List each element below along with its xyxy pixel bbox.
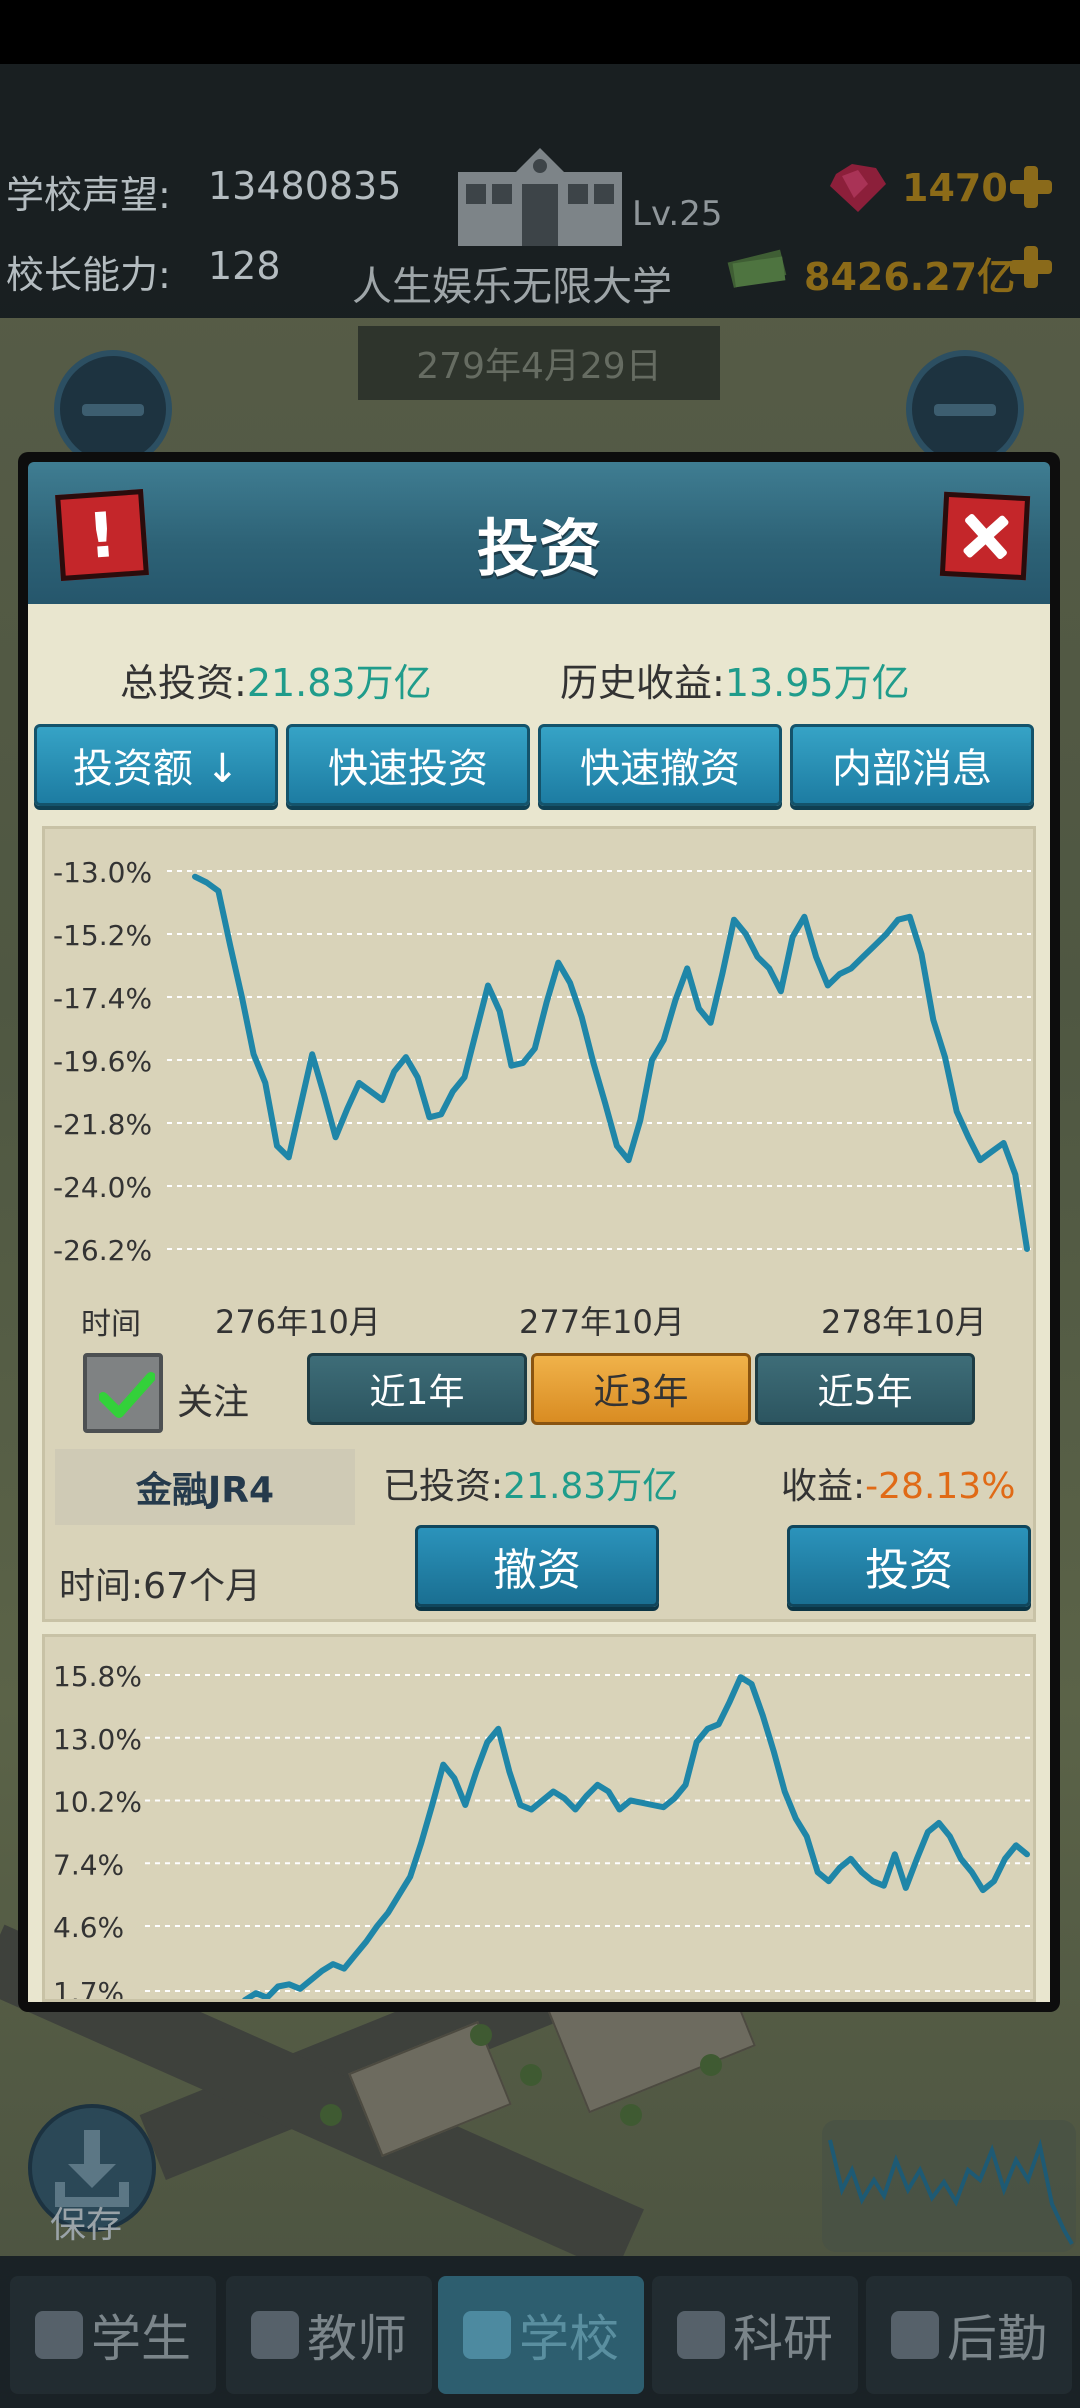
y-tick-label: -24.0% xyxy=(53,1171,152,1204)
y-tick-label: -21.8% xyxy=(53,1108,152,1141)
reputation-value: 13480835 xyxy=(208,164,402,208)
history-return-value: 13.95万亿 xyxy=(724,661,910,705)
y-tick-label: 13.0% xyxy=(53,1723,142,1756)
fund-return: 收益:-28.13% xyxy=(781,1457,1015,1509)
y-tick-label: -26.2% xyxy=(53,1234,152,1267)
y-tick-label: 1.7% xyxy=(53,1976,124,2002)
principal-ability-value: 128 xyxy=(208,244,281,288)
gem-icon xyxy=(828,162,888,218)
zoom-out-left-button[interactable] xyxy=(54,350,172,468)
insider-news-button[interactable]: 内部消息 xyxy=(790,724,1034,806)
bottom-navigation: 学生 教师 学校 科研 后勤 xyxy=(0,2256,1080,2408)
close-icon[interactable] xyxy=(939,491,1031,581)
quick-withdraw-button[interactable]: 快速撤资 xyxy=(538,724,782,806)
y-tick-label: 7.4% xyxy=(53,1848,124,1881)
history-return: 历史收益:13.95万亿 xyxy=(560,652,910,707)
hold-duration: 时间:67个月 xyxy=(59,1557,261,1609)
total-investment: 总投资:21.83万亿 xyxy=(120,652,432,707)
nav-label: 科研 xyxy=(733,2310,833,2368)
y-tick-label: 15.8% xyxy=(53,1660,142,1693)
nav-logistics[interactable]: 后勤 xyxy=(866,2276,1072,2394)
clipboard-icon xyxy=(891,2311,939,2359)
checkmark-icon xyxy=(99,1372,155,1418)
quick-invest-button[interactable]: 快速投资 xyxy=(286,724,530,806)
invested-label: 已投资: xyxy=(383,1466,504,1507)
nav-research[interactable]: 科研 xyxy=(652,2276,858,2394)
invested-value: 21.83万亿 xyxy=(503,1466,679,1507)
nav-school[interactable]: 学校 xyxy=(438,2276,644,2394)
y-tick-label: -13.0% xyxy=(53,856,152,889)
teacher-icon xyxy=(251,2311,299,2359)
fund-performance-chart: -13.0% -15.2% -17.4% -19.6% -21.8% -24.0% -26.… xyxy=(53,856,1031,1267)
total-investment-value: 21.83万亿 xyxy=(246,661,432,705)
investment-dialog: ! 投资 总投资:21.83万亿 历史收益:13.95万亿 投资额 ↓ 快速投资… xyxy=(18,452,1060,2012)
nav-teachers[interactable]: 教师 xyxy=(226,2276,432,2394)
x-tick-label: 276年10月 xyxy=(215,1303,381,1341)
range-1-year-button[interactable]: 近1年 xyxy=(307,1353,527,1425)
add-gems-icon[interactable] xyxy=(1008,164,1054,210)
sort-by-investment-button[interactable]: 投资额 ↓ xyxy=(34,724,278,806)
fund-card-2: 15.8% 13.0% 10.2% 7.4% 4.6% 1.7% xyxy=(42,1634,1036,2002)
return-label: 收益: xyxy=(781,1466,866,1507)
fund-card: -13.0% -15.2% -17.4% -19.6% -21.8% -24.0% -26.… xyxy=(42,826,1036,1622)
school-icon xyxy=(463,2311,511,2359)
range-3-year-button[interactable]: 近3年 xyxy=(531,1353,751,1425)
y-tick-label: -19.6% xyxy=(53,1045,152,1078)
mini-trend-chart[interactable] xyxy=(822,2120,1076,2252)
cash-icon xyxy=(726,242,790,294)
student-icon xyxy=(35,2311,83,2359)
dialog-body: 总投资:21.83万亿 历史收益:13.95万亿 投资额 ↓ 快速投资 快速撤资… xyxy=(28,604,1050,2002)
dialog-header: ! 投资 xyxy=(28,462,1050,614)
duration-value: 67个月 xyxy=(143,1566,261,1607)
flask-icon xyxy=(677,2311,725,2359)
nav-label: 学生 xyxy=(91,2310,191,2368)
school-level: Lv.25 xyxy=(632,194,723,234)
status-bar xyxy=(0,0,1080,64)
nav-label: 教师 xyxy=(307,2310,407,2368)
y-tick-label: 4.6% xyxy=(53,1911,124,1944)
game-date: 279年4月29日 xyxy=(358,326,720,400)
invest-button[interactable]: 投资 xyxy=(787,1525,1031,1607)
x-tick-label: 278年10月 xyxy=(821,1303,987,1341)
gem-count: 1470 xyxy=(902,166,1008,210)
money-amount: 8426.27亿 xyxy=(804,255,1016,299)
nav-label: 后勤 xyxy=(947,2310,1047,2368)
history-return-label: 历史收益: xyxy=(560,661,725,705)
reputation-label: 学校声望: xyxy=(6,173,171,217)
school-name: 人生娱乐无限大学 xyxy=(352,264,672,310)
total-investment-label: 总投资: xyxy=(120,661,247,705)
school-building-icon[interactable] xyxy=(452,144,628,250)
dialog-title: 投资 xyxy=(476,512,601,585)
zoom-out-right-button[interactable] xyxy=(906,350,1024,468)
top-hud: 学校声望: 13480835 校长能力: 128 Lv.25 人生娱乐无限大学 … xyxy=(0,64,1080,318)
withdraw-button[interactable]: 撤资 xyxy=(415,1525,659,1607)
series-line xyxy=(192,873,1030,1252)
series-line xyxy=(242,1674,1030,1999)
range-5-year-button[interactable]: 近5年 xyxy=(755,1353,975,1425)
return-value: -28.13% xyxy=(865,1466,1016,1507)
fund-performance-chart-2: 15.8% 13.0% 10.2% 7.4% 4.6% 1.7% xyxy=(53,1660,1031,2002)
invested-amount: 已投资:21.83万亿 xyxy=(383,1457,678,1509)
principal-ability-label: 校长能力: xyxy=(6,253,171,297)
fund-name: 金融JR4 xyxy=(55,1449,355,1525)
add-money-icon[interactable] xyxy=(1008,244,1054,290)
nav-label: 学校 xyxy=(519,2310,619,2368)
y-tick-label: -15.2% xyxy=(53,919,152,952)
follow-label: 关注 xyxy=(177,1382,250,1423)
save-label: 保存 xyxy=(50,2205,123,2246)
nav-students[interactable]: 学生 xyxy=(10,2276,216,2394)
y-tick-label: -17.4% xyxy=(53,982,152,1015)
x-tick-label: 277年10月 xyxy=(519,1303,685,1341)
time-axis-label: 时间 xyxy=(81,1307,141,1342)
y-tick-label: 10.2% xyxy=(53,1786,142,1819)
follow-checkbox[interactable] xyxy=(83,1353,163,1433)
duration-label: 时间: xyxy=(59,1566,144,1607)
